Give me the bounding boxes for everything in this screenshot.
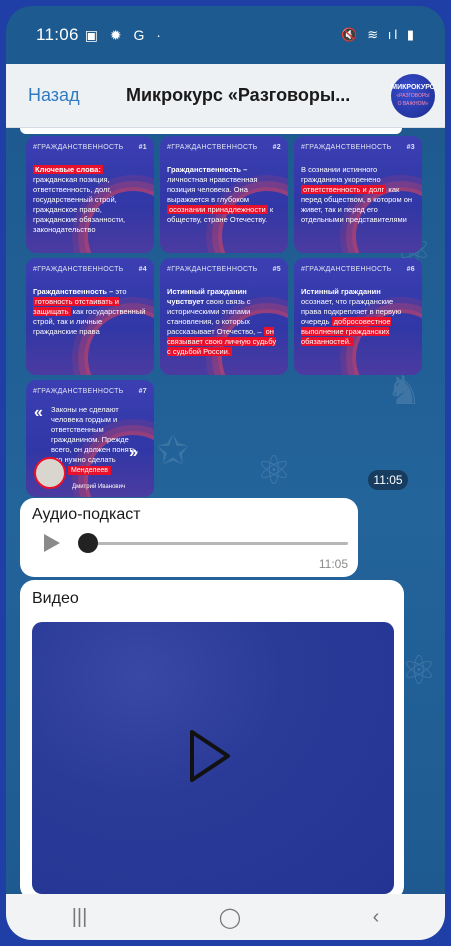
- card-number: #5: [272, 266, 281, 273]
- gallery-timestamp: 11:05: [368, 470, 408, 490]
- card-tag: #ГРАЖДАНСТВЕННОСТЬ: [167, 144, 258, 151]
- person-name: Менделеев: [68, 466, 112, 475]
- atom-doodle-icon: ⚛: [256, 449, 292, 493]
- avatar-line2: «РАЗГОВОРЫ: [396, 93, 430, 99]
- chat-area[interactable]: ⚛ ♞ ✩ ⚛ ⚛ #ГРАЖДАНСТВЕННОСТЬ#1 Ключевые …: [6, 128, 445, 894]
- card-number: #1: [138, 144, 147, 151]
- notification-icons: ▣ ✹ G ·: [84, 26, 165, 43]
- gallery-image-3[interactable]: #ГРАЖДАНСТВЕННОСТЬ #3 В сознании истинног…: [294, 136, 422, 253]
- system-navigation-bar: ||| ◯ ‹: [6, 894, 445, 940]
- card-tag: #ГРАЖДАНСТВЕННОСТЬ: [167, 266, 258, 273]
- home-button[interactable]: ◯: [219, 905, 241, 930]
- card-body: Законы не сделают человека гордым и отве…: [51, 405, 139, 464]
- gallery-image-5[interactable]: #ГРАЖДАНСТВЕННОСТЬ #5 Истинный гражданин …: [160, 258, 288, 375]
- gallery-image-6[interactable]: #ГРАЖДАНСТВЕННОСТЬ #6 Истинный гражданин …: [294, 258, 422, 375]
- video-message[interactable]: Видео: [20, 580, 404, 894]
- card-highlight: ответственность и долг: [301, 185, 387, 194]
- back-button[interactable]: Назад: [28, 85, 118, 106]
- card-highlight: осознании принадлежности: [167, 205, 268, 214]
- card-text: Гражданственность – это готовность отста…: [33, 287, 147, 337]
- audio-progress-knob[interactable]: [78, 533, 98, 553]
- audio-progress-track[interactable]: [86, 542, 348, 545]
- gallery-image-1[interactable]: #ГРАЖДАНСТВЕННОСТЬ #1 Ключевые слова: гра…: [26, 136, 154, 253]
- card-tag: #ГРАЖДАНСТВЕННОСТЬ: [301, 266, 392, 273]
- card-body: это: [115, 287, 127, 296]
- atom-doodle-icon: ⚛: [401, 649, 437, 693]
- card-bold: Гражданственность –: [167, 165, 248, 174]
- card-tag: #ГРАЖДАНСТВЕННОСТЬ: [33, 388, 124, 395]
- status-time: 11:06: [36, 25, 79, 44]
- card-tag: #ГРАЖДАНСТВЕННОСТЬ: [301, 144, 392, 151]
- recents-button[interactable]: |||: [72, 906, 88, 929]
- card-number: #3: [406, 144, 415, 151]
- avatar-line3: О ВАЖНОМ»: [397, 101, 429, 107]
- gallery-image-4[interactable]: #ГРАЖДАНСТВЕННОСТЬ #4 Гражданственность –…: [26, 258, 154, 375]
- chat-title[interactable]: Микрокурс «Разговоры...: [126, 85, 350, 106]
- card-tag: #ГРАЖДАНСТВЕННОСТЬ: [33, 266, 124, 273]
- audio-message[interactable]: Аудио-подкаст 11:05: [20, 498, 358, 577]
- portrait-avatar: [34, 457, 66, 489]
- card-number: #4: [138, 266, 147, 273]
- card-tag: #ГРАЖДАНСТВЕННОСТЬ: [33, 144, 124, 151]
- star-doodle-icon: ✩: [156, 429, 190, 473]
- video-play-icon[interactable]: [186, 726, 234, 786]
- card-bold: Гражданственность –: [33, 287, 114, 296]
- chat-header: Назад Микрокурс «Разговоры... МИКРОКУРС …: [6, 64, 445, 128]
- card-text: Гражданственность – личностная нравствен…: [167, 165, 281, 225]
- card-text: Истинный гражданин чувствует свою связь …: [167, 287, 281, 357]
- audio-label: Аудио-подкаст: [32, 506, 141, 523]
- card-text: В сознании истинного гражданина укоренен…: [301, 165, 415, 225]
- channel-avatar[interactable]: МИКРОКУРС «РАЗГОВОРЫ О ВАЖНОМ»: [391, 74, 435, 118]
- card-body: гражданская позиция, ответственность, до…: [33, 175, 126, 234]
- video-label: Видео: [32, 590, 79, 607]
- quote-open-icon: «: [34, 404, 43, 421]
- video-player[interactable]: [32, 622, 394, 894]
- card-bold: Истинный гражданин: [301, 287, 381, 296]
- card-text: Законы не сделают человека гордым и отве…: [51, 405, 147, 465]
- audio-timestamp: 11:05: [318, 557, 348, 571]
- system-back-button[interactable]: ‹: [373, 906, 380, 929]
- card-highlight: Ключевые слова:: [33, 165, 103, 174]
- card-body: личностная нравственная позиция человека…: [167, 175, 258, 204]
- card-text: Истинный гражданин осознает, что граждан…: [301, 287, 415, 347]
- card-text: Ключевые слова: гражданская позиция, отв…: [33, 165, 147, 235]
- phone-screen: 11:06 ▣ ✹ G · 🔇 ≋ ıl ▮ Назад Микрокурс «…: [6, 6, 445, 940]
- card-number: #2: [272, 144, 281, 151]
- card-number: #7: [138, 388, 147, 395]
- status-bar: 11:06 ▣ ✹ G · 🔇 ≋ ıl ▮: [6, 6, 445, 64]
- avatar-line1: МИКРОКУРС: [391, 84, 435, 91]
- gallery-image-2[interactable]: #ГРАЖДАНСТВЕННОСТЬ #2 Гражданственность –…: [160, 136, 288, 253]
- person-description: Дмитрий Иванович: [72, 484, 126, 490]
- system-status-icons: 🔇 ≋ ıl ▮: [341, 27, 417, 42]
- gallery-image-7[interactable]: #ГРАЖДАНСТВЕННОСТЬ #7 « Законы не сделают…: [26, 380, 154, 497]
- play-icon[interactable]: [44, 534, 60, 552]
- card-number: #6: [406, 266, 415, 273]
- card-body: В сознании истинного гражданина укоренен…: [301, 165, 381, 184]
- previous-message-edge: [20, 128, 402, 134]
